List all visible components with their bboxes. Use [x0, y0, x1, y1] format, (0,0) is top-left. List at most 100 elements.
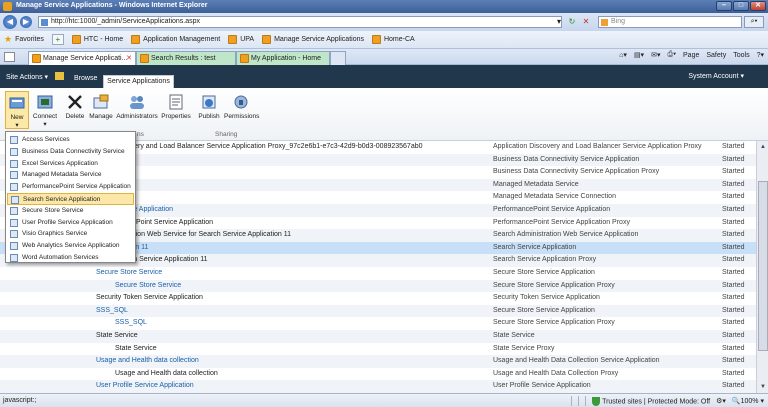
- mail-icon[interactable]: ✉▾: [651, 51, 660, 59]
- search-icon[interactable]: ⌕▾: [744, 16, 764, 28]
- address-bar: ◀ ▶ http://htc:1000/_admin/ServiceApplic…: [0, 13, 768, 31]
- stop-icon[interactable]: ✕: [580, 16, 592, 28]
- row-type: Application Discovery and Load Balancer …: [493, 143, 702, 150]
- row-type: Security Token Service Application: [493, 294, 600, 302]
- url-dropdown-icon[interactable]: ▾: [553, 16, 565, 28]
- table-row[interactable]: State Service State Service Proxy Started: [0, 343, 756, 356]
- tab-service-applications[interactable]: Service Applications: [103, 75, 174, 88]
- back-button[interactable]: ◀: [3, 15, 17, 29]
- table-row[interactable]: SSS_SQL Secure Store Service Application S…: [0, 304, 756, 318]
- quick-tabs-icon[interactable]: [4, 52, 15, 62]
- minimize-button[interactable]: –: [716, 1, 732, 11]
- tools-menu[interactable]: Tools: [733, 52, 749, 59]
- service-icon: [10, 254, 18, 262]
- table-row[interactable]: User Profile Service Application User Pro…: [0, 380, 756, 393]
- menu-item[interactable]: Secure Store Service: [7, 205, 134, 217]
- print-icon[interactable]: ⎙▾: [667, 51, 676, 59]
- table-row[interactable]: Security Token Service Application Securi…: [0, 292, 756, 305]
- row-name[interactable]: User Profile Service Application: [96, 380, 194, 392]
- close-button[interactable]: ✕: [750, 1, 766, 11]
- sharepoint-top-bar: Site Actions ▾ Browse Service Applicatio…: [0, 65, 768, 88]
- menu-item[interactable]: Business Data Connectivity Service: [7, 146, 134, 158]
- row-name[interactable]: SSS_SQL: [96, 305, 128, 317]
- tab-my-application[interactable]: My Application - Home: [236, 51, 330, 65]
- ribbon-group-sharing: Sharing: [215, 131, 238, 138]
- search-input[interactable]: Bing: [598, 16, 742, 28]
- safety-menu[interactable]: Safety: [706, 52, 726, 59]
- table-row[interactable]: Usage and Health data collection Usage an…: [0, 355, 756, 368]
- menu-item[interactable]: Excel Services Application: [7, 158, 134, 170]
- service-icon: [11, 196, 19, 204]
- row-name[interactable]: Usage and Health data collection: [96, 355, 199, 367]
- menu-item[interactable]: Managed Metadata Service: [7, 169, 134, 181]
- service-icon: [10, 218, 18, 227]
- tab-browse[interactable]: Browse: [74, 75, 97, 82]
- menu-item[interactable]: Access Services: [7, 134, 134, 146]
- table-row[interactable]: Secure Store Service Secure Store Service…: [0, 279, 756, 293]
- page-menu[interactable]: Page: [683, 52, 699, 59]
- manage-button[interactable]: Manage: [88, 93, 114, 120]
- properties-button[interactable]: Properties: [161, 93, 191, 120]
- scroll-down-icon[interactable]: ▼: [758, 382, 768, 392]
- tab-manage-service-applications[interactable]: Manage Service Applicati... ✕: [28, 51, 136, 65]
- help-icon[interactable]: ?▾: [757, 51, 764, 59]
- row-name[interactable]: Secure Store Service: [96, 267, 162, 279]
- new-dropdown-menu: Access Services Business Data Connectivit…: [5, 131, 136, 263]
- add-favorite-icon[interactable]: +: [51, 34, 64, 45]
- zoom-control[interactable]: 🔍100% ▾: [732, 397, 764, 405]
- row-name[interactable]: SSS_SQL: [115, 317, 147, 329]
- row-status: Started: [722, 155, 745, 163]
- vertical-scrollbar[interactable]: ▲ ▼: [756, 141, 768, 393]
- maximize-button[interactable]: □: [733, 1, 749, 11]
- forward-button[interactable]: ▶: [20, 16, 32, 28]
- connect-button[interactable]: Connect ▾: [32, 93, 58, 128]
- shield-icon: [592, 396, 601, 406]
- scroll-thumb[interactable]: [758, 181, 768, 351]
- site-actions-menu[interactable]: Site Actions ▾: [6, 73, 48, 81]
- delete-button[interactable]: Delete: [62, 93, 88, 120]
- url-field[interactable]: http://htc:1000/_admin/ServiceApplicatio…: [38, 16, 562, 28]
- favorite-link[interactable]: HTC - Home: [71, 35, 123, 44]
- favorite-link[interactable]: Manage Service Applications: [262, 35, 364, 44]
- menu-item[interactable]: Visio Graphics Service: [7, 228, 134, 240]
- table-row[interactable]: State Service State Service Started: [0, 330, 756, 343]
- scroll-up-icon[interactable]: ▲: [758, 142, 768, 152]
- publish-button[interactable]: Publish: [196, 93, 222, 120]
- favorite-link[interactable]: Application Management: [131, 35, 220, 44]
- row-status: Started: [722, 344, 745, 352]
- menu-item[interactable]: User Profile Service Application: [7, 217, 134, 229]
- folder-icon[interactable]: [55, 72, 64, 80]
- administrators-button[interactable]: Administrators: [115, 93, 159, 120]
- user-menu[interactable]: System Account ▾: [688, 72, 744, 80]
- row-name: Usage and Health data collection: [115, 369, 218, 377]
- menu-item[interactable]: PerformancePoint Service Application: [7, 181, 134, 193]
- row-type: Managed Metadata Service: [493, 180, 579, 188]
- favorite-link[interactable]: UPA: [228, 35, 254, 44]
- service-icon: [10, 147, 18, 156]
- row-name: State Service: [115, 344, 157, 352]
- feeds-icon[interactable]: ▤▾: [634, 51, 644, 59]
- row-name[interactable]: Secure Store Service: [115, 280, 181, 292]
- row-status: Started: [722, 206, 745, 213]
- permissions-button[interactable]: Permissions: [224, 93, 259, 120]
- refresh-icon[interactable]: ↻: [566, 16, 578, 28]
- settings-icon[interactable]: ⚙▾: [716, 397, 726, 405]
- table-row[interactable]: Secure Store Service Secure Store Service…: [0, 267, 756, 280]
- menu-item[interactable]: Web Analytics Service Application: [7, 240, 134, 252]
- delete-icon: [68, 95, 82, 109]
- menu-item[interactable]: Word Automation Services: [7, 252, 134, 264]
- table-row[interactable]: Usage and Health data collection Usage an…: [0, 368, 756, 381]
- zone-indicator[interactable]: Trusted sites | Protected Mode: Off: [592, 396, 710, 406]
- table-row[interactable]: SSS_SQL Secure Store Service Application …: [0, 317, 756, 330]
- row-type: Secure Store Service Application: [493, 269, 595, 276]
- new-tab-button[interactable]: [330, 51, 346, 65]
- menu-item[interactable]: Search Service Application: [7, 193, 134, 205]
- close-tab-icon[interactable]: ✕: [126, 54, 132, 62]
- row-status: Started: [722, 180, 745, 188]
- favorites-button[interactable]: ★ Favorites: [4, 34, 44, 45]
- favorite-link[interactable]: Home-CA: [371, 35, 415, 44]
- row-status: Started: [722, 319, 745, 327]
- new-button[interactable]: New ▾: [5, 91, 29, 129]
- home-icon[interactable]: ⌂▾: [619, 51, 627, 59]
- tab-search-results[interactable]: Search Results : test: [136, 51, 236, 65]
